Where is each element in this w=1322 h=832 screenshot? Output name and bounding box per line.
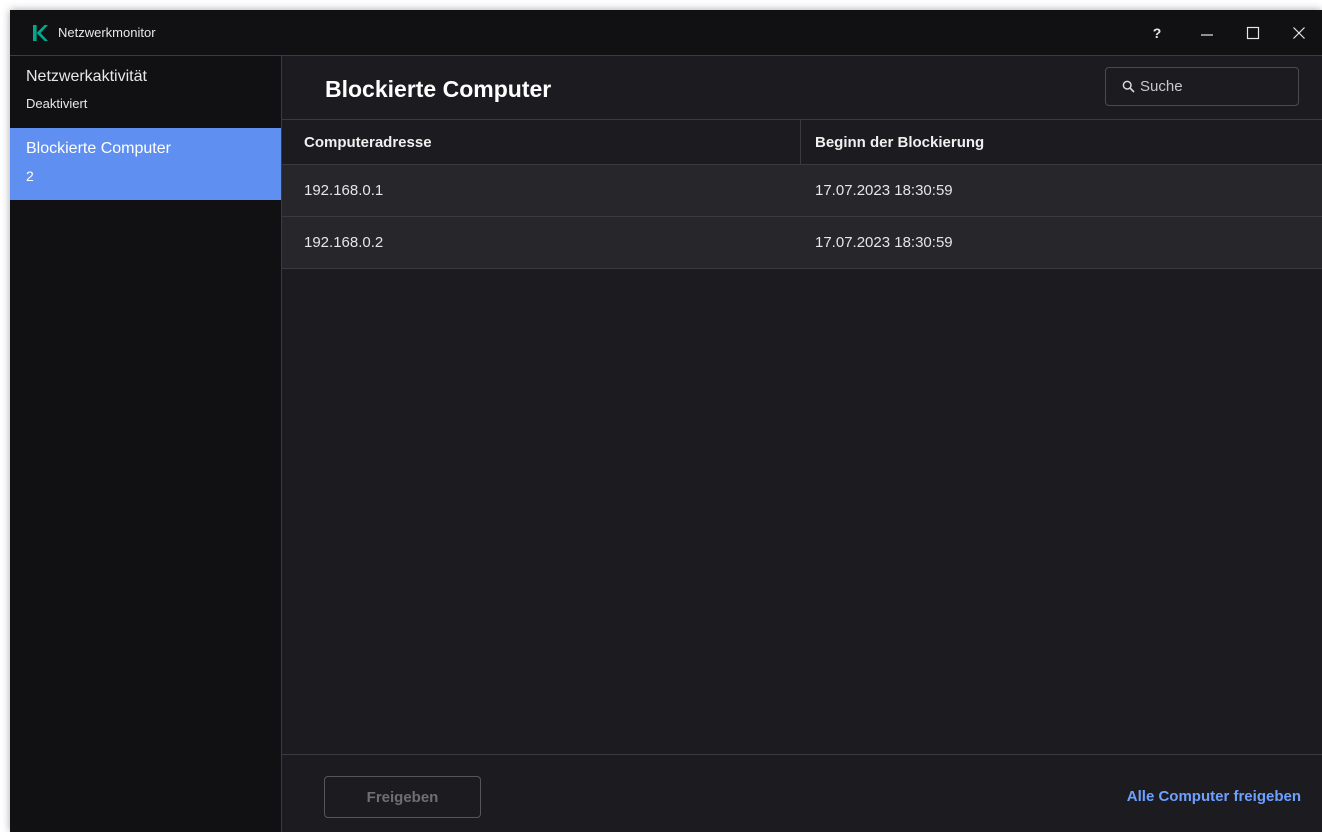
table-row[interactable]: 192.168.0.2 17.07.2023 18:30:59 xyxy=(282,217,1322,269)
search-input[interactable] xyxy=(1140,78,1280,95)
sidebar-item-blocked-computers[interactable]: Blockierte Computer 2 xyxy=(10,128,281,200)
release-button[interactable]: Freigeben xyxy=(324,776,481,818)
page-title: Blockierte Computer xyxy=(325,76,552,102)
cell-block-start: 17.07.2023 18:30:59 xyxy=(815,234,953,251)
help-button[interactable]: ? xyxy=(1130,10,1184,55)
main-panel: Blockierte Computer Computeradresse Begi… xyxy=(282,56,1322,832)
sidebar-item-network-activity[interactable]: Netzwerkaktivität Deaktiviert xyxy=(10,56,281,128)
blocked-computers-table: Computeradresse Beginn der Blockierung 1… xyxy=(282,120,1322,269)
sidebar-item-label: Blockierte Computer xyxy=(26,140,171,157)
table-row[interactable]: 192.168.0.1 17.07.2023 18:30:59 xyxy=(282,165,1322,217)
cell-address: 192.168.0.1 xyxy=(304,182,384,199)
main-header: Blockierte Computer xyxy=(282,56,1322,120)
maximize-button[interactable] xyxy=(1230,10,1276,55)
release-all-link[interactable]: Alle Computer freigeben xyxy=(1127,788,1301,805)
search-box[interactable] xyxy=(1105,67,1299,106)
cell-block-start: 17.07.2023 18:30:59 xyxy=(815,182,953,199)
sidebar: Netzwerkaktivität Deaktiviert Blockierte… xyxy=(10,56,282,832)
cell-address: 192.168.0.2 xyxy=(304,234,384,251)
app-logo-icon xyxy=(33,24,48,41)
sidebar-item-count: 2 xyxy=(26,168,34,184)
window-controls: ? xyxy=(1130,10,1322,55)
maximize-icon xyxy=(1246,26,1260,39)
app-window: Netzwerkmonitor ? Netzwerkaktivität Deak… xyxy=(10,10,1322,832)
close-icon xyxy=(1293,26,1305,39)
column-header-address[interactable]: Computeradresse xyxy=(282,120,801,164)
column-header-block-start[interactable]: Beginn der Blockierung xyxy=(801,120,1322,164)
close-button[interactable] xyxy=(1276,10,1322,55)
title-bar[interactable]: Netzwerkmonitor ? xyxy=(10,10,1322,56)
minimize-button[interactable] xyxy=(1184,10,1230,55)
footer-bar: Freigeben Alle Computer freigeben xyxy=(282,754,1322,832)
search-icon xyxy=(1122,80,1135,93)
sidebar-item-status: Deaktiviert xyxy=(26,96,88,111)
window-title: Netzwerkmonitor xyxy=(58,25,156,40)
table-header: Computeradresse Beginn der Blockierung xyxy=(282,120,1322,165)
sidebar-item-label: Netzwerkaktivität xyxy=(26,68,147,85)
minimize-icon xyxy=(1201,33,1213,36)
